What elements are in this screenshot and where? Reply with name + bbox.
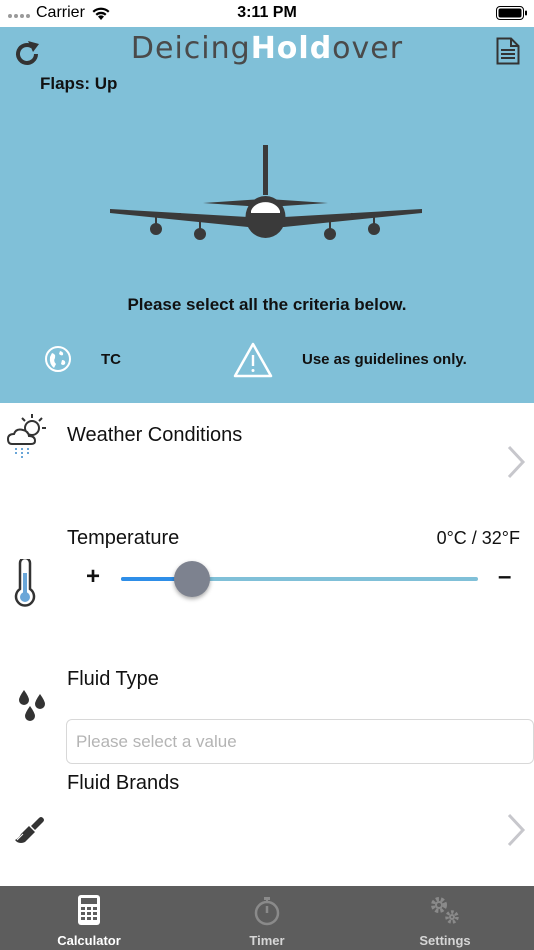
temperature-label: Temperature [67,527,180,549]
status-time: 3:11 PM [237,4,297,21]
tab-timer-label: Timer [249,933,285,948]
tab-calculator-label: Calculator [57,933,121,948]
region-button[interactable] [44,345,72,373]
spray-brush-icon [15,817,44,843]
temperature-row: Temperature 0°C / 32°F + – [0,513,534,648]
airplane-icon [110,145,422,240]
gears-icon [431,897,459,924]
weather-conditions-row[interactable]: Weather Conditions [0,403,534,513]
app-title: DeicingHoldover [0,31,534,66]
temperature-slider[interactable] [121,561,478,597]
status-bar: Carrier 3:11 PM [0,0,534,27]
temperature-decrease-button[interactable]: – [498,563,511,591]
app-title-part2: Hold [250,31,333,66]
fluid-type-label: Fluid Type [67,668,159,690]
app-title-part1: Deicing [130,31,251,66]
flaps-status: Flaps: Up [40,74,118,93]
fluid-type-row: Fluid Type [0,648,534,768]
hero-panel: DeicingHoldover Flaps: Up Please select … [0,27,534,403]
fluid-type-input[interactable] [66,719,534,764]
fluid-brands-label: Fluid Brands [67,772,180,794]
calculator-icon [78,895,100,925]
tab-timer[interactable]: Timer [178,886,356,950]
tab-bar: Calculator Timer Settings [0,886,534,950]
criteria-instruction: Please select all the criteria below. [127,295,407,314]
battery-icon [496,6,527,20]
document-button[interactable] [496,37,522,67]
tab-settings-label: Settings [419,933,471,948]
fluid-brands-row[interactable]: Fluid Brands [0,768,534,886]
tab-settings[interactable]: Settings [356,886,534,950]
temperature-value: 0°C / 32°F [436,528,520,548]
globe-icon [45,346,71,372]
chevron-right-icon [507,445,526,479]
temperature-slider-thumb[interactable] [174,561,210,597]
disclaimer-text: Use as guidelines only. [302,351,467,368]
warning-icon [233,342,273,378]
document-icon [496,37,520,65]
fluid-drops-icon [19,690,45,721]
weather-icon [6,414,46,458]
weather-conditions-label: Weather Conditions [67,424,243,446]
region-code: TC [101,351,121,368]
temperature-increase-button[interactable]: + [86,563,100,591]
tab-calculator[interactable]: Calculator [0,886,178,950]
chevron-right-icon [507,813,526,847]
app-title-part3: over [332,31,404,66]
thermometer-icon [14,559,36,607]
stopwatch-icon [254,897,280,926]
